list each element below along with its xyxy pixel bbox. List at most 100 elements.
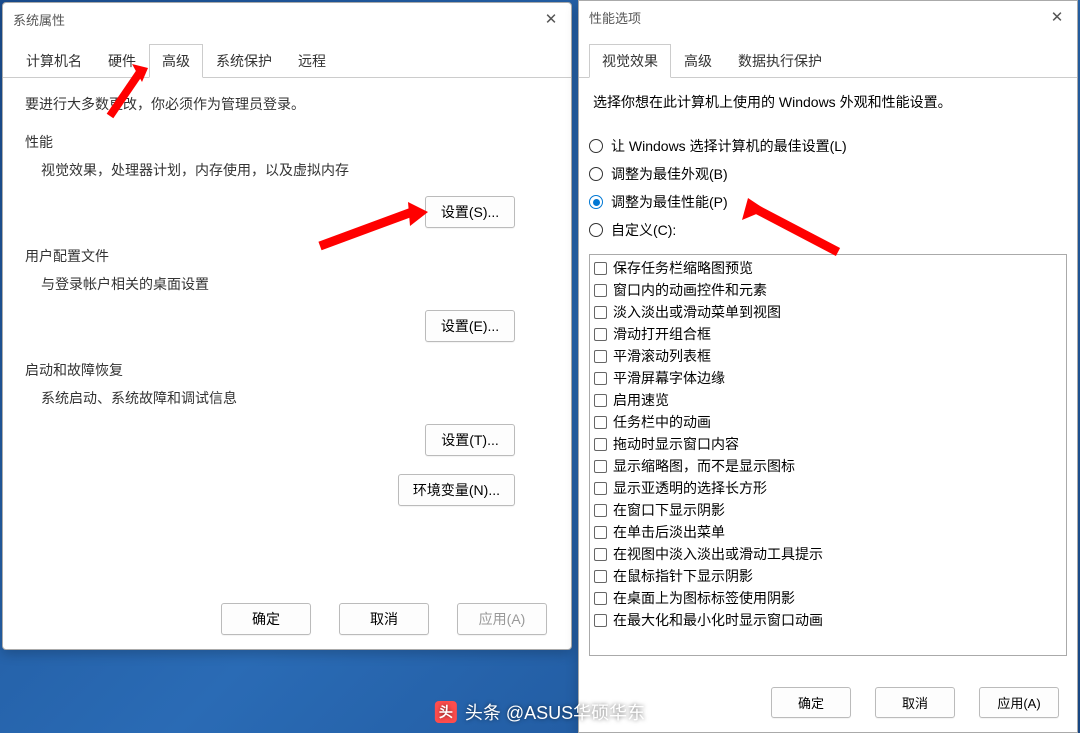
check-label: 窗口内的动画控件和元素 <box>613 280 767 300</box>
checkbox-icon <box>594 262 607 275</box>
check-label: 在窗口下显示阴影 <box>613 500 725 520</box>
check-item[interactable]: 启用速览 <box>594 389 1062 411</box>
close-icon-2[interactable]: ✕ <box>1047 7 1067 27</box>
radio-label: 自定义(C): <box>611 220 676 240</box>
checkbox-icon <box>594 328 607 341</box>
checkbox-icon <box>594 350 607 363</box>
tab-dep[interactable]: 数据执行保护 <box>725 44 835 78</box>
check-label: 在单击后淡出菜单 <box>613 522 725 542</box>
check-item[interactable]: 滑动打开组合框 <box>594 323 1062 345</box>
checkbox-icon <box>594 372 607 385</box>
tab-bar: 计算机名 硬件 高级 系统保护 远程 <box>3 35 571 78</box>
radio-icon <box>589 195 603 209</box>
check-label: 淡入淡出或滑动菜单到视图 <box>613 302 781 322</box>
group-title-profile: 用户配置文件 <box>25 246 549 266</box>
checkbox-icon <box>594 592 607 605</box>
check-item[interactable]: 保存任务栏缩略图预览 <box>594 257 1062 279</box>
check-item[interactable]: 在视图中淡入淡出或滑动工具提示 <box>594 543 1062 565</box>
checkbox-icon <box>594 416 607 429</box>
checkbox-icon <box>594 394 607 407</box>
system-properties-dialog: 系统属性 ✕ 计算机名 硬件 高级 系统保护 远程 要进行大多数更改，你必须作为… <box>2 2 572 650</box>
group-title-performance: 性能 <box>25 132 549 152</box>
check-item[interactable]: 在窗口下显示阴影 <box>594 499 1062 521</box>
tab-hardware[interactable]: 硬件 <box>95 44 149 78</box>
performance-options-dialog: 性能选项 ✕ 视觉效果 高级 数据执行保护 选择你想在此计算机上使用的 Wind… <box>578 0 1078 733</box>
tab-advanced[interactable]: 高级 <box>149 44 203 78</box>
check-label: 在鼠标指针下显示阴影 <box>613 566 753 586</box>
dialog2-description: 选择你想在此计算机上使用的 Windows 外观和性能设置。 <box>579 78 1077 118</box>
check-label: 在桌面上为图标标签使用阴影 <box>613 588 795 608</box>
tab-visual-effects[interactable]: 视觉效果 <box>589 44 671 78</box>
group-desc-performance: 视觉效果，处理器计划，内存使用，以及虚拟内存 <box>25 160 549 180</box>
checkbox-icon <box>594 570 607 583</box>
check-label: 任务栏中的动画 <box>613 412 711 432</box>
tab-bar-2: 视觉效果 高级 数据执行保护 <box>579 33 1077 78</box>
check-item[interactable]: 显示亚透明的选择长方形 <box>594 477 1062 499</box>
check-item[interactable]: 在单击后淡出菜单 <box>594 521 1062 543</box>
radio-custom[interactable]: 自定义(C): <box>589 216 1077 244</box>
checkbox-icon <box>594 284 607 297</box>
radio-best-performance[interactable]: 调整为最佳性能(P) <box>589 188 1077 216</box>
ok-button[interactable]: 确定 <box>221 603 311 635</box>
radio-let-windows-choose[interactable]: 让 Windows 选择计算机的最佳设置(L) <box>589 132 1077 160</box>
startup-settings-button[interactable]: 设置(T)... <box>425 424 515 456</box>
radio-icon <box>589 167 603 181</box>
env-row: 环境变量(N)... <box>25 474 549 506</box>
tab-system-protection[interactable]: 系统保护 <box>203 44 285 78</box>
check-label: 保存任务栏缩略图预览 <box>613 258 753 278</box>
check-item[interactable]: 淡入淡出或滑动菜单到视图 <box>594 301 1062 323</box>
checkbox-icon <box>594 526 607 539</box>
close-icon[interactable]: ✕ <box>541 9 561 29</box>
admin-note: 要进行大多数更改，你必须作为管理员登录。 <box>25 94 549 114</box>
titlebar-2: 性能选项 ✕ <box>579 1 1077 33</box>
check-item[interactable]: 窗口内的动画控件和元素 <box>594 279 1062 301</box>
cancel-button[interactable]: 取消 <box>339 603 429 635</box>
radio-label: 调整为最佳外观(B) <box>611 164 728 184</box>
performance-settings-button[interactable]: 设置(S)... <box>425 196 515 228</box>
check-label: 在最大化和最小化时显示窗口动画 <box>613 610 823 630</box>
checkbox-icon <box>594 614 607 627</box>
tab-computer-name[interactable]: 计算机名 <box>13 44 95 78</box>
check-label: 显示亚透明的选择长方形 <box>613 478 767 498</box>
cancel-button-2[interactable]: 取消 <box>875 687 955 718</box>
tab-advanced-2[interactable]: 高级 <box>671 44 725 78</box>
watermark: 头 头条 @ASUS华硕华东 <box>435 699 645 725</box>
check-label: 显示缩略图，而不是显示图标 <box>613 456 795 476</box>
titlebar: 系统属性 ✕ <box>3 3 571 35</box>
profile-settings-button[interactable]: 设置(E)... <box>425 310 515 342</box>
check-item[interactable]: 在鼠标指针下显示阴影 <box>594 565 1062 587</box>
check-item[interactable]: 平滑滚动列表框 <box>594 345 1062 367</box>
radio-icon <box>589 223 603 237</box>
check-item[interactable]: 在桌面上为图标标签使用阴影 <box>594 587 1062 609</box>
tab-remote[interactable]: 远程 <box>285 44 339 78</box>
check-item[interactable]: 平滑屏幕字体边缘 <box>594 367 1062 389</box>
check-label: 滑动打开组合框 <box>613 324 711 344</box>
watermark-icon: 头 <box>435 701 457 723</box>
apply-button[interactable]: 应用(A) <box>457 603 547 635</box>
check-item[interactable]: 显示缩略图，而不是显示图标 <box>594 455 1062 477</box>
checkbox-icon <box>594 306 607 319</box>
check-item[interactable]: 在最大化和最小化时显示窗口动画 <box>594 609 1062 631</box>
checkbox-icon <box>594 438 607 451</box>
performance-group: 性能 视觉效果，处理器计划，内存使用，以及虚拟内存 设置(S)... <box>25 132 549 228</box>
user-profile-group: 用户配置文件 与登录帐户相关的桌面设置 设置(E)... <box>25 246 549 342</box>
visual-effects-checklist[interactable]: 保存任务栏缩略图预览窗口内的动画控件和元素淡入淡出或滑动菜单到视图滑动打开组合框… <box>589 254 1067 656</box>
check-label: 在视图中淡入淡出或滑动工具提示 <box>613 544 823 564</box>
watermark-text: 头条 @ASUS华硕华东 <box>465 699 645 725</box>
dialog-title: 系统属性 <box>13 10 65 29</box>
dialog2-title: 性能选项 <box>589 8 641 27</box>
apply-button-2[interactable]: 应用(A) <box>979 687 1059 718</box>
check-item[interactable]: 任务栏中的动画 <box>594 411 1062 433</box>
startup-group: 启动和故障恢复 系统启动、系统故障和调试信息 设置(T)... <box>25 360 549 456</box>
environment-variables-button[interactable]: 环境变量(N)... <box>398 474 515 506</box>
checkbox-icon <box>594 504 607 517</box>
checkbox-icon <box>594 548 607 561</box>
check-label: 平滑屏幕字体边缘 <box>613 368 725 388</box>
check-item[interactable]: 拖动时显示窗口内容 <box>594 433 1062 455</box>
group-desc-profile: 与登录帐户相关的桌面设置 <box>25 274 549 294</box>
ok-button-2[interactable]: 确定 <box>771 687 851 718</box>
dialog2-footer: 确定 取消 应用(A) <box>757 687 1059 718</box>
radio-best-appearance[interactable]: 调整为最佳外观(B) <box>589 160 1077 188</box>
dialog-footer: 确定 取消 应用(A) <box>207 603 547 635</box>
checkbox-icon <box>594 482 607 495</box>
